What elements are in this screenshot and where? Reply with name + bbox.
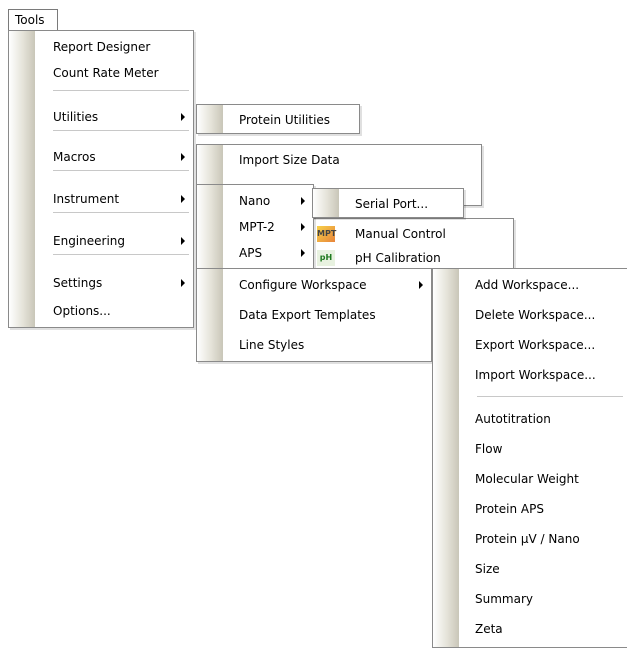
menu-item-protein-utilities[interactable]: Protein Utilities — [197, 108, 359, 132]
tools-menu-title-label: Tools — [15, 13, 45, 27]
menu-item-label: Size — [475, 562, 500, 576]
nano-submenu: Serial Port... — [312, 188, 464, 218]
menu-item-summary[interactable]: Summary — [433, 587, 627, 611]
menu-item-import-workspace[interactable]: Import Workspace... — [433, 363, 627, 387]
submenu-arrow-icon — [181, 153, 185, 161]
menu-item-delete-workspace[interactable]: Delete Workspace... — [433, 303, 627, 327]
menu-separator — [53, 212, 189, 213]
menu-item-configure-workspace[interactable]: Configure Workspace — [197, 273, 431, 297]
menu-item-label: Report Designer — [53, 40, 151, 54]
menu-item-label: Import Size Data — [239, 153, 340, 167]
menu-item-protein-aps[interactable]: Protein APS — [433, 497, 627, 521]
menu-item-flow[interactable]: Flow — [433, 437, 627, 461]
menu-item-label: Utilities — [53, 110, 99, 124]
submenu-arrow-icon — [419, 281, 423, 289]
submenu-arrow-icon — [301, 223, 305, 231]
menu-item-label: Engineering — [53, 234, 125, 248]
menu-item-label: APS — [239, 246, 263, 260]
submenu-arrow-icon — [301, 197, 305, 205]
menu-item-protein-uv-nano[interactable]: Protein µV / Nano — [433, 527, 627, 551]
menu-item-label: Export Workspace... — [475, 338, 596, 352]
menu-item-report-designer[interactable]: Report Designer — [9, 35, 193, 59]
menu-item-label: Summary — [475, 592, 533, 606]
submenu-arrow-icon — [181, 113, 185, 121]
menu-item-label: Zeta — [475, 622, 503, 636]
menu-item-label: Instrument — [53, 192, 120, 206]
menu-item-zeta[interactable]: Zeta — [433, 617, 627, 641]
menu-item-label: Delete Workspace... — [475, 308, 596, 322]
menu-item-utilities[interactable]: Utilities — [9, 105, 193, 129]
menu-item-label: Data Export Templates — [239, 308, 376, 322]
menu-item-label: Molecular Weight — [475, 472, 579, 486]
menu-item-manual-control[interactable]: MPT Manual Control — [313, 222, 513, 246]
menu-item-aps[interactable]: APS — [197, 241, 313, 265]
submenu-arrow-icon — [181, 237, 185, 245]
menu-item-mpt2[interactable]: MPT-2 — [197, 215, 313, 239]
menu-item-engineering[interactable]: Engineering — [9, 229, 193, 253]
menu-item-instrument[interactable]: Instrument — [9, 187, 193, 211]
menu-item-data-export-templates[interactable]: Data Export Templates — [197, 303, 431, 327]
menu-item-settings[interactable]: Settings — [9, 271, 193, 295]
menu-item-label: Flow — [475, 442, 503, 456]
menu-item-label: Macros — [53, 150, 96, 164]
menu-item-label: Count Rate Meter — [53, 66, 159, 80]
menu-separator — [53, 130, 189, 131]
settings-submenu: Configure Workspace Data Export Template… — [196, 268, 432, 362]
submenu-arrow-icon — [181, 195, 185, 203]
menu-item-label: pH Calibration — [355, 251, 441, 265]
tools-menu: Report Designer Count Rate Meter Utiliti… — [8, 30, 194, 328]
menu-item-ph-calibration[interactable]: pH pH Calibration — [313, 246, 513, 270]
menu-item-nano[interactable]: Nano — [197, 189, 313, 213]
menu-item-add-workspace[interactable]: Add Workspace... — [433, 273, 627, 297]
menu-separator — [53, 254, 189, 255]
menu-separator — [53, 170, 189, 171]
menu-separator — [53, 90, 189, 91]
menu-item-label: Settings — [53, 276, 103, 290]
menu-item-autotitration[interactable]: Autotitration — [433, 407, 627, 431]
menu-item-label: Nano — [239, 194, 271, 208]
menu-item-label: Serial Port... — [355, 197, 429, 211]
menu-item-serial-port[interactable]: Serial Port... — [313, 192, 463, 216]
menu-item-label: Add Workspace... — [475, 278, 580, 292]
menu-item-count-rate-meter[interactable]: Count Rate Meter — [9, 61, 193, 85]
menu-item-macros[interactable]: Macros — [9, 145, 193, 169]
menu-item-import-size-data[interactable]: Import Size Data — [197, 148, 481, 172]
menu-item-label: Protein Utilities — [239, 113, 331, 127]
utilities-submenu: Protein Utilities — [196, 104, 360, 134]
menu-item-line-styles[interactable]: Line Styles — [197, 333, 431, 357]
menu-item-label: Autotitration — [475, 412, 551, 426]
menu-item-size[interactable]: Size — [433, 557, 627, 581]
menu-item-export-workspace[interactable]: Export Workspace... — [433, 333, 627, 357]
menu-item-label: Protein APS — [475, 502, 544, 516]
menu-item-label: Line Styles — [239, 338, 305, 352]
menu-item-label: Import Workspace... — [475, 368, 596, 382]
menu-item-options[interactable]: Options... — [9, 299, 193, 323]
menu-item-label: Manual Control — [355, 227, 446, 241]
menu-item-label: Configure Workspace — [239, 278, 367, 292]
mpt-icon: MPT — [317, 226, 336, 242]
submenu-arrow-icon — [181, 279, 185, 287]
instrument-submenu: Nano MPT-2 APS — [196, 184, 314, 270]
configure-workspace-submenu: Add Workspace... Delete Workspace... Exp… — [432, 268, 627, 648]
menu-item-label: MPT-2 — [239, 220, 275, 234]
menu-separator — [477, 396, 623, 397]
menu-item-label: Options... — [53, 304, 111, 318]
menu-item-molecular-weight[interactable]: Molecular Weight — [433, 467, 627, 491]
menu-item-label: Protein µV / Nano — [475, 532, 580, 546]
ph-icon: pH — [317, 250, 335, 266]
submenu-arrow-icon — [301, 249, 305, 257]
tools-menu-title[interactable]: Tools — [8, 9, 58, 31]
